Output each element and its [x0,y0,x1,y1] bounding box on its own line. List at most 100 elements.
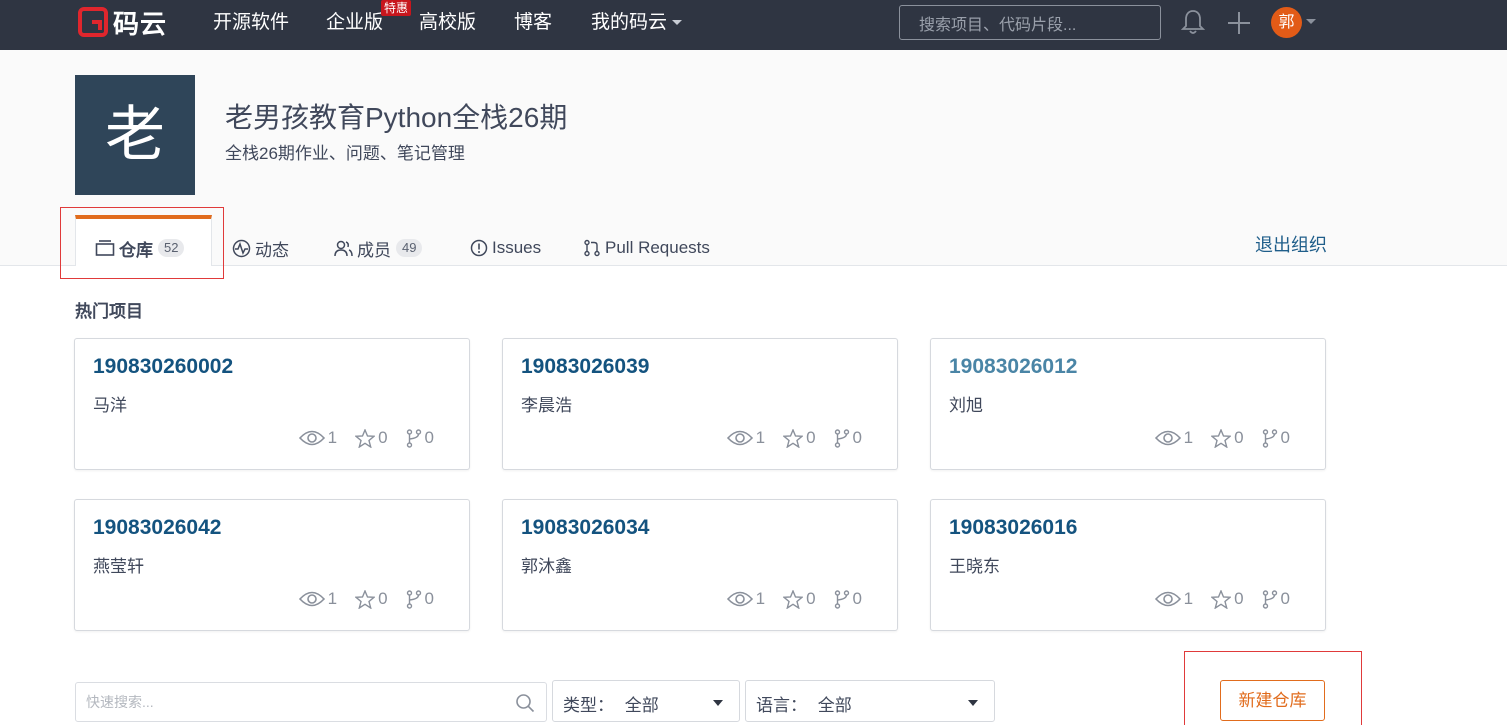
logo[interactable]: 码云 [78,6,167,40]
watch-stat[interactable]: 1 [726,428,766,448]
watch-stat[interactable]: 1 [726,589,766,609]
nav-item-blog[interactable]: 博客 [514,10,552,36]
project-owner: 王晓东 [949,557,1000,576]
chevron-down-icon [968,700,978,706]
project-stats: 1 0 0 [709,589,862,609]
tab-members[interactable]: 成员 49 [334,230,423,266]
fork-stat[interactable]: 0 [406,589,434,609]
project-owner: 燕莹轩 [93,557,144,576]
project-owner: 郭沐鑫 [521,557,572,576]
tab-issues-label: Issues [492,238,542,257]
nav-item-my-gitee[interactable]: 我的码云 [591,10,683,36]
project-stats: 1 0 0 [1137,589,1290,609]
promo-badge: 特惠 [381,0,412,16]
fork-count: 0 [1280,428,1290,447]
type-filter-value: 全部 [624,696,659,715]
watch-count: 1 [755,589,766,608]
star-stat[interactable]: 0 [783,589,816,609]
project-title-link[interactable]: 19083026034 [521,516,649,540]
user-avatar[interactable]: 郭 [1271,7,1302,38]
project-title-link[interactable]: 190830260002 [93,355,233,379]
search-icon[interactable] [515,693,535,713]
project-card: 190830260002 马洋 1 0 0 [74,338,470,470]
star-stat[interactable]: 0 [1211,589,1244,609]
tab-activity-label: 动态 [255,240,289,260]
star-icon [1211,428,1232,448]
star-count: 0 [378,428,388,447]
project-title-link[interactable]: 19083026012 [949,355,1077,379]
star-count: 0 [378,589,388,608]
type-filter-label: 类型： [563,696,614,715]
quick-search-input[interactable] [75,682,547,722]
nav-item-my-gitee-label: 我的码云 [591,12,668,33]
tab-issues[interactable]: Issues [470,230,541,266]
quit-organization-link[interactable]: 退出组织 [1255,231,1327,257]
project-title-link[interactable]: 19083026039 [521,355,649,379]
gitee-logo-icon [78,7,108,37]
avatar-chevron-down-icon[interactable] [1306,19,1316,24]
watch-count: 1 [1183,589,1194,608]
star-stat[interactable]: 0 [355,589,388,609]
fork-count: 0 [424,428,434,447]
org-description: 全栈26期作业、问题、笔记管理 [225,144,465,163]
tab-pull-requests-label: Pull Requests [605,238,710,257]
language-filter-value: 全部 [817,696,852,715]
nav-item-enterprise[interactable]: 企业版 [326,10,383,36]
star-icon [355,589,376,609]
star-count: 0 [1234,589,1244,608]
fork-count: 0 [852,589,862,608]
watch-count: 1 [1183,428,1194,447]
project-title-link[interactable]: 19083026042 [93,516,221,540]
fork-stat[interactable]: 0 [406,428,434,448]
hot-projects-heading: 热门项目 [75,302,143,321]
project-card: 19083026039 李晨浩 1 0 0 [502,338,898,470]
fork-stat[interactable]: 0 [1262,428,1290,448]
issue-icon [470,239,488,257]
star-icon [355,428,376,448]
fork-stat[interactable]: 0 [834,428,862,448]
fork-icon [834,428,849,448]
star-count: 0 [806,428,816,447]
org-title: 老男孩教育Python全栈26期 [225,102,568,133]
fork-icon [1262,589,1277,609]
language-filter-dropdown[interactable]: 语言： 全部 [745,680,995,722]
tab-activity[interactable]: 动态 [232,230,289,266]
watch-stat[interactable]: 1 [1154,589,1194,609]
star-count: 0 [806,589,816,608]
members-icon [334,240,353,256]
chevron-down-icon [713,700,723,706]
project-card: 19083026016 王晓东 1 0 0 [930,499,1326,631]
fork-stat[interactable]: 0 [834,589,862,609]
fork-icon [834,589,849,609]
chevron-down-icon [672,20,683,26]
org-avatar: 老 [75,75,195,195]
nav-item-university[interactable]: 高校版 [419,10,476,36]
nav-item-opensource[interactable]: 开源软件 [213,10,289,36]
watch-stat[interactable]: 1 [298,589,337,609]
star-stat[interactable]: 0 [355,428,388,448]
project-stats: 1 0 0 [281,589,434,609]
top-navbar: 码云 开源软件 企业版 特惠 高校版 博客 我的码云 郭 [0,0,1507,50]
global-search-input[interactable] [899,5,1161,40]
watch-stat[interactable]: 1 [1154,428,1194,448]
star-stat[interactable]: 0 [783,428,816,448]
plus-icon[interactable] [1226,10,1252,36]
fork-icon [1262,428,1277,448]
fork-stat[interactable]: 0 [1262,589,1290,609]
project-title-link[interactable]: 19083026016 [949,516,1077,540]
tab-pull-requests[interactable]: Pull Requests [583,230,710,266]
project-stats: 1 0 0 [281,428,434,448]
fork-count: 0 [852,428,862,447]
star-count: 0 [1234,428,1244,447]
eye-icon [726,591,753,607]
activity-icon [232,239,251,257]
fork-count: 0 [424,589,434,608]
new-repository-button[interactable]: 新建仓库 [1220,680,1325,721]
type-filter-dropdown[interactable]: 类型： 全部 [552,680,740,722]
bell-icon[interactable] [1180,8,1206,36]
eye-icon [298,430,325,446]
watch-count: 1 [755,428,766,447]
project-owner: 马洋 [93,396,127,415]
watch-stat[interactable]: 1 [298,428,337,448]
star-stat[interactable]: 0 [1211,428,1244,448]
